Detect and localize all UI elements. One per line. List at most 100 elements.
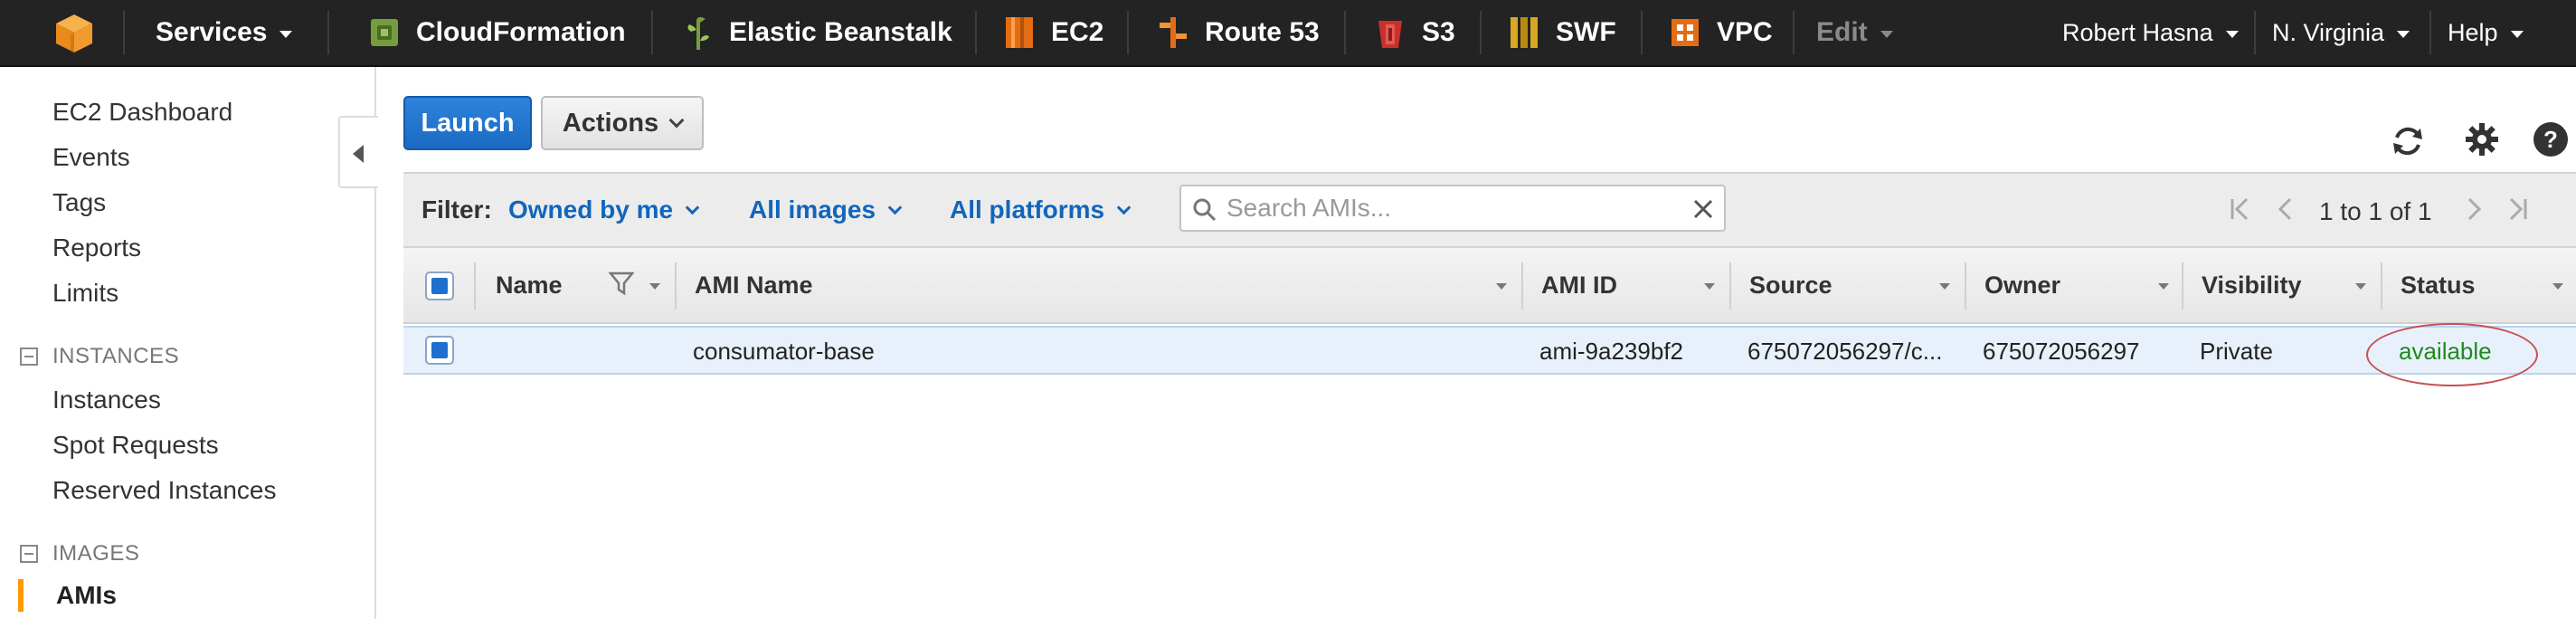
sidebar-item-reports[interactable]: Reports [52,233,141,262]
edit-label: Edit [1816,17,1868,47]
column-header-status[interactable]: Status [2401,271,2476,300]
search-icon [1193,198,1217,222]
sort-caret-icon[interactable] [1704,283,1715,290]
nav-elastic-beanstalk[interactable]: Elastic Beanstalk [678,0,952,65]
swf-icon [1511,17,1538,48]
edit-menu[interactable]: Edit [1816,0,1893,65]
sidebar-item-ec2-dashboard[interactable]: EC2 Dashboard [52,98,232,127]
cloudformation-icon [371,19,398,46]
row-select-checkbox[interactable] [425,336,454,365]
vpc-icon [1672,19,1699,46]
nav-swf-label: SWF [1556,17,1616,47]
refresh-icon[interactable] [2388,121,2428,161]
first-page-icon[interactable] [2227,195,2254,223]
nav-s3[interactable]: S3 [1371,0,1455,65]
search-box [1179,185,1726,232]
nav-ec2[interactable]: EC2 [1000,0,1103,65]
sort-caret-icon[interactable] [2355,283,2366,290]
status-highlight-annotation [2366,323,2538,386]
sort-caret-icon[interactable] [2158,283,2169,290]
sidebar-section-instances-label: INSTANCES [52,344,180,368]
cell-owner: 675072056297 [1983,338,2140,365]
image-type-filter-dropdown[interactable]: All images [749,195,903,224]
launch-button[interactable]: Launch [403,96,532,150]
chevron-down-icon [887,200,903,214]
sort-caret-icon[interactable] [1496,283,1507,290]
last-page-icon[interactable] [2504,195,2531,223]
services-label: Services [156,17,268,47]
actions-label: Actions [562,108,659,138]
owned-by-filter-dropdown[interactable]: Owned by me [508,195,700,224]
sidebar-item-limits[interactable]: Limits [52,279,118,308]
cell-ami-id: ami-9a239bf2 [1539,338,1683,365]
chevron-down-icon [279,31,293,38]
nav-elastic-beanstalk-label: Elastic Beanstalk [729,17,952,47]
nav-route53[interactable]: Route 53 [1154,0,1320,65]
user-name: Robert Hasna [2062,18,2213,46]
cell-visibility: Private [2200,338,2273,365]
sidebar-collapse-toggle[interactable] [338,116,378,188]
nav-vpc[interactable]: VPC [1666,0,1773,65]
select-all-checkbox[interactable] [425,271,454,300]
help-icon[interactable]: ? [2531,119,2571,159]
user-menu[interactable]: Robert Hasna [2062,0,2239,65]
sidebar-item-reserved-instances[interactable]: Reserved Instances [52,476,276,505]
nav-vpc-label: VPC [1717,17,1773,47]
elastic-beanstalk-icon [687,16,709,50]
chevron-down-icon [668,112,685,129]
platform-filter-label: All platforms [950,195,1105,224]
ec2-icon [1006,17,1033,48]
chevron-down-icon [1116,200,1132,214]
sidebar-item-tags[interactable]: Tags [52,188,106,217]
filter-label: Filter: [421,195,492,224]
search-input[interactable] [1226,192,1679,224]
sort-caret-icon[interactable] [1939,283,1950,290]
settings-gear-icon[interactable] [2462,119,2502,159]
column-header-ami-name[interactable]: AMI Name [695,271,813,300]
chevron-down-icon [2510,31,2524,38]
aws-logo[interactable] [52,0,96,65]
help-menu[interactable]: Help [2448,0,2524,65]
route53-icon [1160,17,1187,48]
next-page-icon[interactable] [2460,195,2487,223]
actions-button[interactable]: Actions [541,96,704,150]
column-header-ami-id[interactable]: AMI ID [1541,271,1617,300]
clear-search-icon[interactable] [1691,197,1715,221]
column-header-owner[interactable]: Owner [1984,271,2060,300]
nav-swf[interactable]: SWF [1505,0,1616,65]
services-menu[interactable]: Services [156,0,293,65]
nav-cloudformation[interactable]: CloudFormation [365,0,626,65]
collapse-icon [20,545,38,563]
sidebar-item-amis[interactable]: AMIs [56,581,117,610]
sidebar-section-instances[interactable]: INSTANCES [20,344,179,369]
column-header-visibility[interactable]: Visibility [2202,271,2302,300]
chevron-down-icon [2225,31,2239,38]
cell-ami-name: consumator-base [693,338,875,365]
column-header-name[interactable]: Name [496,271,563,300]
sidebar-item-events[interactable]: Events [52,143,130,172]
nav-cloudformation-label: CloudFormation [416,17,626,47]
chevron-down-icon [685,200,700,214]
tag-filter-icon[interactable] [608,270,635,297]
region-menu[interactable]: N. Virginia [2272,0,2410,65]
sidebar-item-instances[interactable]: Instances [52,386,161,414]
collapse-icon [20,348,38,366]
pagination-text: 1 to 1 of 1 [2319,197,2432,225]
column-header-source[interactable]: Source [1749,271,1833,300]
sort-caret-icon[interactable] [649,283,660,290]
active-indicator [18,579,24,612]
region-name: N. Virginia [2272,18,2385,46]
sidebar-section-images-label: IMAGES [52,541,140,566]
sidebar-section-images[interactable]: IMAGES [20,541,139,567]
cell-source: 675072056297/c... [1747,338,1943,365]
sidebar-item-spot-requests[interactable]: Spot Requests [52,431,219,460]
top-navigation-bar: Services CloudFormation Elastic Beanstal… [0,0,2576,67]
nav-ec2-label: EC2 [1051,17,1104,47]
platform-filter-dropdown[interactable]: All platforms [950,195,1132,224]
image-type-filter-label: All images [749,195,876,224]
previous-page-icon[interactable] [2272,195,2299,223]
sort-caret-icon[interactable] [2552,283,2563,290]
chevron-down-icon [2397,31,2410,38]
chevron-left-icon [353,145,364,163]
nav-route53-label: Route 53 [1205,17,1320,47]
